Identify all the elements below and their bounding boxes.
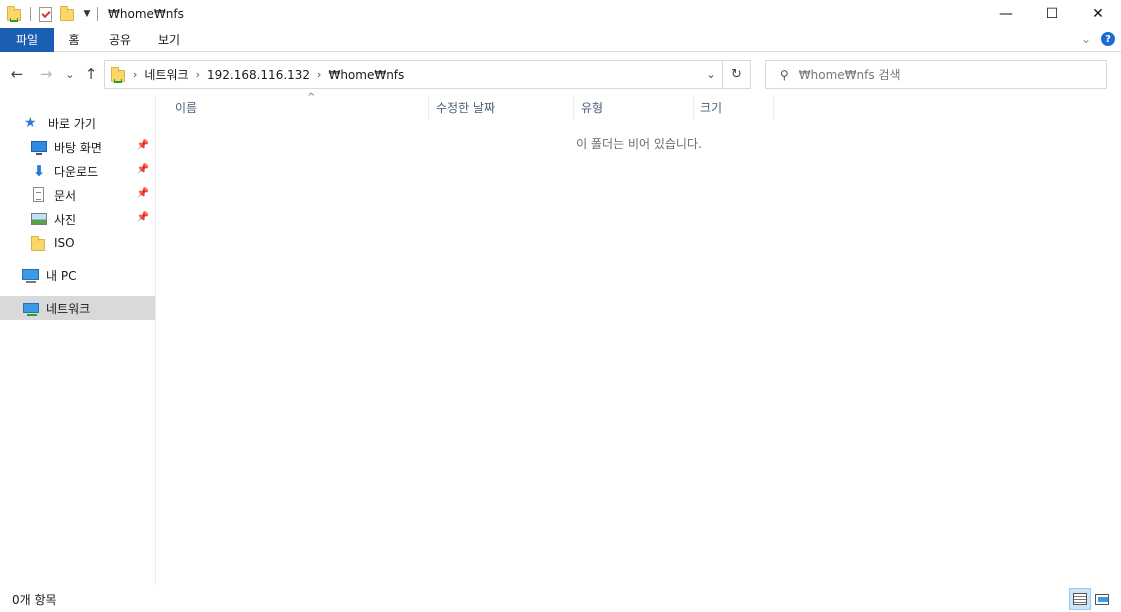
- download-arrow-icon: ⬇: [32, 162, 46, 180]
- sidebar-item-network[interactable]: 네트워크: [0, 296, 155, 320]
- document-icon: [30, 187, 48, 203]
- star-icon: ★: [24, 115, 37, 131]
- network-folder-icon[interactable]: [6, 6, 22, 22]
- item-count: 0개 항목: [12, 592, 57, 607]
- search-icon: ⚲: [780, 67, 789, 82]
- details-view-icon: [1073, 593, 1087, 605]
- sort-ascending-icon: ^: [307, 92, 316, 103]
- column-header-label: 이름: [175, 101, 198, 115]
- navigation-bar: ← → ⌄ ↑ › 네트워크 › 192.168.116.132 › ₩home…: [0, 53, 1121, 95]
- sidebar-item-iso[interactable]: ISO: [0, 231, 155, 255]
- customize-toolbar-chevron-icon[interactable]: ▼: [81, 6, 93, 22]
- breadcrumb-chevron-icon[interactable]: ›: [317, 68, 321, 81]
- sidebar-item-label: 내 PC: [46, 268, 77, 283]
- address-history-chevron-icon[interactable]: ⌄: [700, 61, 722, 88]
- pictures-icon: [30, 211, 48, 227]
- details-view-button[interactable]: [1069, 588, 1091, 610]
- sidebar-item-label: ISO: [54, 236, 75, 250]
- navigation-pane: ★ 바로 가기 바탕 화면 📌 ⬇ 다운로드 📌 문서 📌 사진 📌 ISO 내…: [0, 95, 156, 585]
- status-bar: 0개 항목: [0, 586, 1121, 612]
- sidebar-item-label: 사진: [54, 212, 77, 227]
- toolbar-divider: [30, 7, 31, 21]
- sidebar-item-label: 바로 가기: [48, 116, 96, 131]
- sidebar-item-label: 네트워크: [46, 301, 91, 316]
- file-list[interactable]: 이름 ^ 수정한 날짜 유형 크기 이 폴더는 비어 있습니다.: [157, 92, 1121, 585]
- address-bar[interactable]: › 네트워크 › 192.168.116.132 › ₩home₩nfs ⌄ ↻: [104, 60, 751, 89]
- quick-access-toolbar: ▼: [0, 0, 104, 28]
- column-header-name[interactable]: 이름 ^: [169, 92, 429, 120]
- close-button[interactable]: ✕: [1075, 0, 1121, 28]
- properties-icon[interactable]: [37, 6, 53, 22]
- tab-file[interactable]: 파일: [0, 27, 54, 52]
- refresh-icon[interactable]: ↻: [722, 61, 750, 88]
- new-folder-icon[interactable]: [59, 6, 75, 22]
- sidebar-item-documents[interactable]: 문서 📌: [0, 183, 155, 207]
- pin-icon[interactable]: 📌: [137, 212, 149, 223]
- breadcrumb-chevron-icon[interactable]: ›: [133, 68, 137, 81]
- tab-share[interactable]: 공유: [94, 28, 146, 52]
- column-header-date-modified[interactable]: 수정한 날짜: [430, 95, 574, 120]
- computer-icon: [22, 267, 40, 283]
- pin-icon[interactable]: 📌: [137, 188, 149, 199]
- desktop-icon: [30, 139, 48, 155]
- column-header-label: 수정한 날짜: [436, 101, 496, 115]
- title-bar: ▼ ₩home₩nfs — ☐ ✕: [0, 0, 1121, 28]
- tab-home[interactable]: 홈: [54, 28, 94, 52]
- forward-button[interactable]: →: [38, 65, 54, 83]
- large-icons-view-icon: [1095, 593, 1109, 605]
- sidebar-item-pictures[interactable]: 사진 📌: [0, 207, 155, 231]
- window-title: ₩home₩nfs: [108, 7, 184, 21]
- maximize-button[interactable]: ☐: [1029, 0, 1075, 28]
- column-header-label: 크기: [700, 101, 723, 115]
- help-icon[interactable]: ?: [1101, 32, 1115, 46]
- back-button[interactable]: ←: [9, 65, 25, 83]
- column-header-label: 유형: [581, 101, 604, 115]
- view-switcher: [1065, 588, 1113, 610]
- sidebar-item-desktop[interactable]: 바탕 화면 📌: [0, 135, 155, 159]
- breadcrumb-chevron-icon[interactable]: ›: [196, 68, 200, 81]
- empty-folder-message: 이 폴더는 비어 있습니다.: [576, 137, 702, 151]
- breadcrumb-share[interactable]: ₩home₩nfs: [328, 68, 404, 82]
- sidebar-item-label: 다운로드: [54, 164, 99, 179]
- ribbon-right-controls: ⌄ ?: [1081, 32, 1115, 46]
- toolbar-divider: [97, 7, 98, 21]
- pin-icon[interactable]: 📌: [137, 140, 149, 151]
- column-header-size[interactable]: 크기: [694, 95, 774, 120]
- sidebar-item-quick-access[interactable]: ★ 바로 가기: [0, 111, 155, 135]
- recent-locations-chevron-icon[interactable]: ⌄: [62, 65, 78, 83]
- minimize-button[interactable]: —: [983, 0, 1029, 28]
- sidebar-item-label: 문서: [54, 188, 77, 203]
- window-controls: — ☐ ✕: [983, 0, 1121, 28]
- large-icons-view-button[interactable]: [1091, 588, 1113, 610]
- expand-ribbon-chevron-icon[interactable]: ⌄: [1081, 32, 1091, 46]
- folder-icon: [30, 235, 48, 251]
- sidebar-item-this-pc[interactable]: 내 PC: [0, 263, 155, 287]
- ribbon-tabs: 파일 홈 공유 보기 ⌄ ?: [0, 27, 1121, 52]
- sidebar-item-label: 바탕 화면: [54, 140, 102, 155]
- sidebar-item-downloads[interactable]: ⬇ 다운로드 📌: [0, 159, 155, 183]
- breadcrumb-host[interactable]: 192.168.116.132: [207, 68, 310, 82]
- network-folder-icon: [110, 66, 126, 83]
- network-icon: [22, 300, 40, 316]
- up-button[interactable]: ↑: [83, 65, 99, 83]
- breadcrumb-network[interactable]: 네트워크: [144, 66, 188, 83]
- column-header-type[interactable]: 유형: [575, 95, 694, 120]
- tab-view[interactable]: 보기: [146, 28, 192, 52]
- pin-icon[interactable]: 📌: [137, 164, 149, 175]
- search-input[interactable]: [798, 67, 1089, 82]
- search-box[interactable]: ⚲: [765, 60, 1107, 89]
